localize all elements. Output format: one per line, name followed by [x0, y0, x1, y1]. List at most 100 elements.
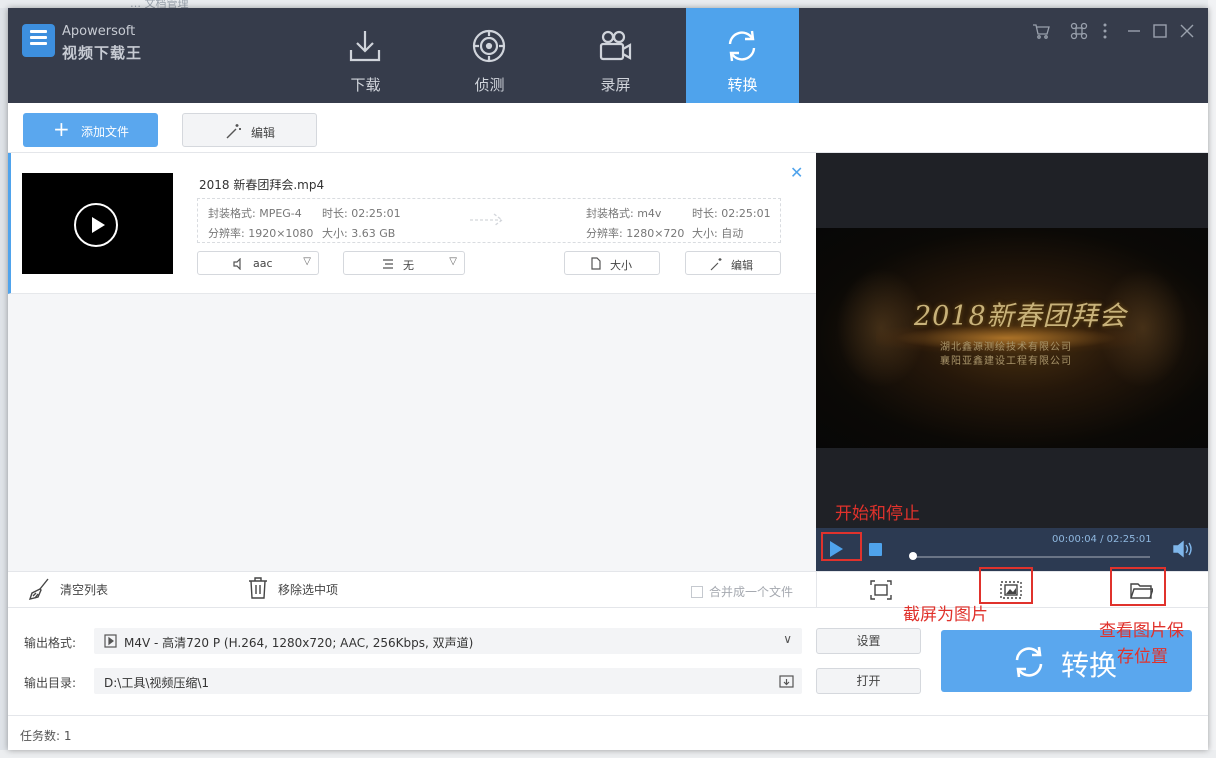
source-size: 大小: 3.63 GB: [322, 227, 396, 240]
toolbar: + 添加文件 编辑: [8, 103, 1208, 153]
target-format: 封装格式: m4v: [586, 207, 662, 220]
tab-download[interactable]: 下载: [309, 8, 422, 103]
source-format: 封装格式: MPEG-4: [208, 207, 302, 220]
close-icon[interactable]: [1178, 22, 1196, 40]
arrow-right-icon: [470, 213, 504, 227]
video-file-icon: [104, 634, 117, 648]
app-window: Apowersoft 视频下载王 下载 侦测 录屏 转换 + 添加文件 编辑 2…: [8, 8, 1208, 750]
brand-name-en: Apowersoft: [62, 24, 136, 39]
edit-label: 编辑: [251, 126, 276, 140]
output-settings: 输出格式: M4V - 高清720 P (H.264, 1280x720; AA…: [8, 607, 1208, 715]
list-footer: 清空列表 移除选中项 合并成一个文件: [8, 571, 816, 607]
file-info-box: 封装格式: MPEG-4 时长: 02:25:01 分辨率: 1920×1080…: [197, 198, 781, 243]
size-button-label: 大小: [610, 259, 632, 272]
add-file-label: 添加文件: [81, 125, 130, 139]
output-format-value: M4V - 高清720 P (H.264, 1280x720; AAC, 256…: [124, 636, 474, 650]
annotation-screenshot: 截屏为图片: [903, 605, 988, 625]
tab-convert[interactable]: 转换: [686, 8, 799, 103]
camera-icon: [599, 30, 632, 61]
tab-convert-label: 转换: [727, 76, 758, 94]
file-icon: [591, 257, 601, 270]
status-bar: 任务数: 1: [8, 715, 1208, 750]
tab-detect[interactable]: 侦测: [433, 8, 546, 103]
size-button[interactable]: 大小: [564, 251, 660, 275]
add-file-button[interactable]: + 添加文件: [23, 113, 158, 147]
magic-wand-icon: [710, 258, 722, 271]
more-icon[interactable]: [1096, 22, 1114, 40]
remove-file-icon[interactable]: ✕: [790, 163, 803, 182]
maximize-icon[interactable]: [1151, 22, 1169, 40]
annotation-box-folder: [1110, 567, 1166, 606]
seek-handle[interactable]: [909, 552, 917, 560]
target-resolution: 分辨率: 1280×720: [586, 227, 685, 240]
chevron-down-icon: ▽: [303, 256, 311, 267]
file-edit-button[interactable]: 编辑: [685, 251, 781, 275]
source-resolution: 分辨率: 1920×1080: [208, 227, 314, 240]
tab-record-label: 录屏: [600, 76, 631, 94]
plus-icon: +: [53, 117, 70, 141]
annotation-box-play: [821, 532, 862, 561]
annotation-box-screenshot: [979, 567, 1033, 604]
convert-label: 转换: [1061, 649, 1118, 682]
annotation-view-location-1: 查看图片保: [1099, 621, 1184, 641]
minimize-icon[interactable]: [1125, 22, 1143, 40]
chevron-down-icon: ∨: [783, 632, 792, 646]
task-count: 任务数: 1: [20, 729, 72, 743]
chevron-down-icon: ▽: [449, 256, 457, 267]
brand-name-cn: 视频下载王: [62, 44, 143, 62]
detect-icon: [472, 29, 506, 63]
stop-button[interactable]: [869, 543, 882, 556]
magic-wand-icon: [226, 124, 241, 139]
broom-icon: [28, 578, 49, 600]
desktop-background-right: [1208, 0, 1216, 758]
tab-download-label: 下载: [350, 76, 381, 94]
remove-selected-label: 移除选中项: [278, 583, 339, 597]
output-dir-label: 输出目录:: [24, 676, 77, 690]
seek-bar[interactable]: [910, 556, 1150, 558]
target-duration: 时长: 02:25:01: [692, 207, 771, 220]
volume-icon[interactable]: [1172, 540, 1194, 558]
play-icon[interactable]: [74, 203, 118, 247]
cart-icon[interactable]: [1032, 22, 1050, 40]
convert-icon: [728, 30, 756, 62]
settings-button[interactable]: 设置: [816, 628, 921, 654]
video-subtitle-1: 湖北鑫源测绘技术有限公司: [940, 342, 1072, 353]
list-item[interactable]: 2018 新春团拜会.mp4 ✕ 封装格式: MPEG-4 时长: 02:25:…: [8, 153, 816, 294]
edit-button[interactable]: 编辑: [182, 113, 317, 147]
subtitle-icon: [383, 259, 393, 269]
video-title-text: 2018新春团拜会: [914, 301, 1127, 332]
tab-detect-label: 侦测: [474, 76, 505, 94]
app-logo-icon: [22, 24, 55, 57]
command-icon[interactable]: [1070, 22, 1088, 40]
download-icon: [349, 31, 381, 62]
source-duration: 时长: 02:25:01: [322, 207, 401, 220]
video-preview[interactable]: 2018新春团拜会 湖北鑫源测绘技术有限公司 襄阳亚鑫建设工程有限公司: [816, 228, 1208, 448]
output-format-label: 输出格式:: [24, 636, 77, 650]
merge-label: 合并成一个文件: [709, 585, 794, 599]
audio-track-value: aac: [253, 257, 273, 270]
video-subtitle-2: 襄阳亚鑫建设工程有限公司: [940, 356, 1072, 367]
annotation-view-location-2: 存位置: [1117, 647, 1168, 667]
file-edit-label: 编辑: [731, 259, 753, 272]
playback-controls: 00:00:04 / 02:25:01: [816, 528, 1208, 571]
audio-track-select[interactable]: aac ▽: [197, 251, 319, 275]
subtitle-select[interactable]: 无 ▽: [343, 251, 465, 275]
merge-checkbox[interactable]: 合并成一个文件: [691, 583, 793, 600]
desktop-background-top: … 文档管理: [0, 0, 1216, 10]
trash-icon: [249, 577, 267, 599]
subtitle-value: 无: [403, 259, 414, 272]
target-size: 大小: 自动: [692, 227, 744, 240]
tab-record[interactable]: 录屏: [559, 8, 672, 103]
output-format-select[interactable]: M4V - 高清720 P (H.264, 1280x720; AAC, 256…: [94, 628, 802, 654]
open-button[interactable]: 打开: [816, 668, 921, 694]
convert-icon: [1015, 646, 1043, 678]
desktop-background-bottom: [0, 750, 1216, 758]
fullscreen-icon[interactable]: [869, 579, 893, 601]
video-thumbnail[interactable]: [22, 173, 173, 274]
output-dir-field[interactable]: D:\工具\视频压缩\1: [94, 668, 802, 694]
annotation-play-stop: 开始和停止: [835, 504, 920, 524]
checkbox-icon[interactable]: [691, 586, 703, 598]
file-list: 2018 新春团拜会.mp4 ✕ 封装格式: MPEG-4 时长: 02:25:…: [8, 153, 816, 571]
folder-download-icon[interactable]: [779, 674, 794, 688]
speaker-icon: [233, 258, 241, 270]
